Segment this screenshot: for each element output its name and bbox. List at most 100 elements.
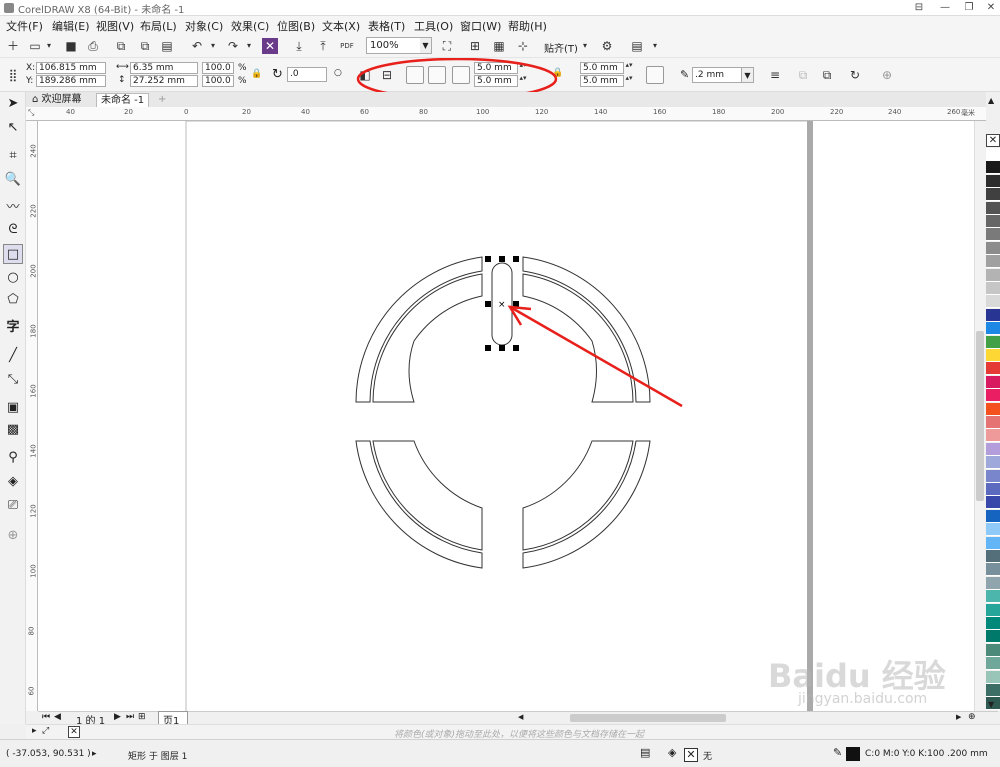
width-field[interactable]: 6.35 mm bbox=[130, 62, 198, 74]
polygon-tool-icon[interactable]: ⬠ bbox=[3, 290, 23, 310]
page-last-icon[interactable]: ⏭ bbox=[126, 712, 134, 722]
fill-bucket-icon[interactable]: ◈ bbox=[668, 746, 676, 759]
scale-y-field[interactable]: 100.0 bbox=[202, 75, 234, 87]
export-pdf-icon[interactable]: PDF bbox=[338, 37, 356, 55]
doc-palette-arrow-icon[interactable]: ▸ bbox=[32, 726, 37, 736]
palette-swatch[interactable] bbox=[986, 228, 1000, 242]
menu-table[interactable]: 表格(T) bbox=[368, 18, 405, 34]
outline-pen-status-icon[interactable]: ✎ bbox=[833, 746, 842, 759]
palette-swatch[interactable] bbox=[986, 416, 1000, 429]
crop-tool-icon[interactable]: ⌗ bbox=[3, 146, 23, 166]
palette-swatch[interactable] bbox=[986, 362, 1000, 376]
corner-radius-top-right-spinner[interactable]: ▴▾ bbox=[624, 62, 634, 74]
palette-swatch[interactable] bbox=[986, 402, 1000, 416]
palette-swatch[interactable] bbox=[986, 590, 1000, 604]
palette-swatch[interactable] bbox=[986, 550, 1000, 563]
palette-swatch[interactable] bbox=[986, 322, 1000, 336]
fill-none-swatch[interactable]: ✕ bbox=[684, 748, 698, 762]
rotation-field[interactable]: .0 bbox=[287, 67, 327, 82]
page-next-icon[interactable]: ▶ bbox=[114, 712, 121, 722]
palette-swatch[interactable] bbox=[986, 148, 1000, 161]
eyedropper-tool-icon[interactable]: ⚲ bbox=[3, 448, 23, 468]
corner-radius-bottom-right-spinner[interactable]: ▴▾ bbox=[624, 75, 634, 87]
palette-swatch[interactable] bbox=[986, 308, 1000, 322]
snap-to-menu[interactable]: 贴齐(T) bbox=[544, 40, 578, 55]
extra-window-icon[interactable]: ⊟ bbox=[906, 0, 932, 15]
palette-swatch[interactable] bbox=[986, 523, 1000, 537]
menu-text[interactable]: 文本(X) bbox=[322, 18, 360, 34]
palette-swatch[interactable] bbox=[986, 617, 1000, 630]
palette-swatch[interactable] bbox=[986, 469, 1000, 483]
palette-swatch[interactable] bbox=[986, 657, 1000, 671]
palette-swatch[interactable] bbox=[986, 295, 1000, 309]
height-field[interactable]: 27.252 mm bbox=[130, 75, 198, 87]
palette-swatch[interactable] bbox=[986, 670, 1000, 684]
menu-bitmap[interactable]: 位图(B) bbox=[277, 18, 315, 34]
show-rulers-icon[interactable]: ⊞ bbox=[466, 37, 484, 55]
menu-tools[interactable]: 工具(O) bbox=[414, 18, 453, 34]
vertical-scrollbar[interactable] bbox=[974, 121, 985, 711]
hscroll-left-icon[interactable]: ◀ bbox=[518, 713, 526, 723]
palette-swatch[interactable] bbox=[986, 268, 1000, 282]
drawing-svg[interactable]: × bbox=[38, 121, 985, 711]
y-position-field[interactable]: 189.286 mm bbox=[36, 75, 106, 87]
horizontal-scroll-thumb[interactable] bbox=[570, 714, 726, 722]
menu-object[interactable]: 对象(C) bbox=[185, 18, 223, 34]
palette-scroll-up-icon[interactable]: ▲ bbox=[988, 96, 994, 105]
smart-fill-icon[interactable]: ⎚ bbox=[3, 496, 23, 516]
show-guidelines-icon[interactable]: ⊹ bbox=[514, 37, 532, 55]
vertical-scroll-thumb[interactable] bbox=[976, 331, 984, 501]
palette-swatch[interactable] bbox=[986, 603, 1000, 617]
text-tool-icon[interactable]: 字 bbox=[3, 318, 23, 338]
export-icon[interactable]: ⤒ bbox=[314, 37, 332, 55]
interactive-fill-icon[interactable]: ◈ bbox=[3, 472, 23, 492]
copy-icon[interactable]: ⧉ bbox=[136, 37, 154, 55]
save-icon[interactable]: ■ bbox=[62, 37, 80, 55]
relative-corner-scaling-button[interactable] bbox=[646, 66, 664, 84]
palette-scroll-down-icon[interactable]: ▼ bbox=[988, 700, 994, 709]
palette-swatch[interactable] bbox=[986, 456, 1000, 470]
corel-connect-icon[interactable]: ✕ bbox=[262, 38, 278, 54]
palette-swatch[interactable] bbox=[986, 643, 1000, 657]
page-prev-icon[interactable]: ◀ bbox=[54, 712, 61, 722]
new-document-icon[interactable]: ＋ bbox=[4, 37, 22, 55]
palette-swatch[interactable] bbox=[986, 509, 1000, 523]
scale-x-field[interactable]: 100.0 bbox=[202, 62, 234, 74]
object-origin-icon[interactable]: ⣿ bbox=[4, 66, 22, 84]
zoom-tool-icon[interactable]: 🔍 bbox=[3, 170, 23, 190]
doc-palette-none-swatch[interactable]: ✕ bbox=[68, 726, 80, 738]
palette-swatch[interactable] bbox=[986, 188, 1000, 202]
lock-ratio-icon[interactable]: 🔒 bbox=[251, 69, 262, 79]
palette-swatch[interactable] bbox=[986, 630, 1000, 644]
palette-swatch[interactable] bbox=[986, 576, 1000, 590]
corner-radius-bottom-right-field[interactable]: 5.0 mm bbox=[580, 75, 624, 87]
ellipse-tool-icon[interactable]: ○ bbox=[3, 268, 23, 288]
text-wrap-icon[interactable]: ≡ bbox=[766, 66, 784, 84]
no-color-swatch[interactable]: ✕ bbox=[986, 134, 1000, 147]
palette-swatch[interactable] bbox=[986, 349, 1000, 362]
palette-swatch[interactable] bbox=[986, 201, 1000, 215]
redo-dropdown-icon[interactable]: ▾ bbox=[240, 37, 258, 55]
close-button[interactable]: ✕ bbox=[978, 0, 1000, 15]
menu-layout[interactable]: 布局(L) bbox=[140, 18, 177, 34]
zoom-navigator-icon[interactable]: ⊕ bbox=[968, 712, 976, 722]
quick-customize-icon[interactable]: ↻ bbox=[846, 66, 864, 84]
palette-swatch[interactable] bbox=[986, 161, 1000, 175]
palette-swatch[interactable] bbox=[986, 442, 1000, 456]
add-tool-icon[interactable]: ⊕ bbox=[3, 526, 23, 546]
artistic-media-icon[interactable]: ᘓ bbox=[3, 220, 23, 240]
tab-welcome[interactable]: ⌂ 欢迎屏幕 bbox=[28, 93, 86, 107]
outline-color-swatch[interactable] bbox=[846, 747, 860, 761]
undo-dropdown-icon[interactable]: ▾ bbox=[204, 37, 222, 55]
palette-swatch[interactable] bbox=[986, 335, 1000, 349]
palette-swatch[interactable] bbox=[986, 282, 1000, 295]
menu-effects[interactable]: 效果(C) bbox=[231, 18, 269, 34]
menu-edit[interactable]: 编辑(E) bbox=[52, 18, 90, 34]
zoom-dropdown-icon[interactable]: ▼ bbox=[420, 37, 432, 54]
palette-swatch[interactable] bbox=[986, 241, 1000, 255]
palette-swatch[interactable] bbox=[986, 429, 1000, 443]
transparency-tool-icon[interactable]: ▩ bbox=[3, 420, 23, 440]
menu-view[interactable]: 视图(V) bbox=[96, 18, 134, 34]
palette-swatch[interactable] bbox=[986, 389, 1000, 403]
palette-swatch[interactable] bbox=[986, 255, 1000, 269]
